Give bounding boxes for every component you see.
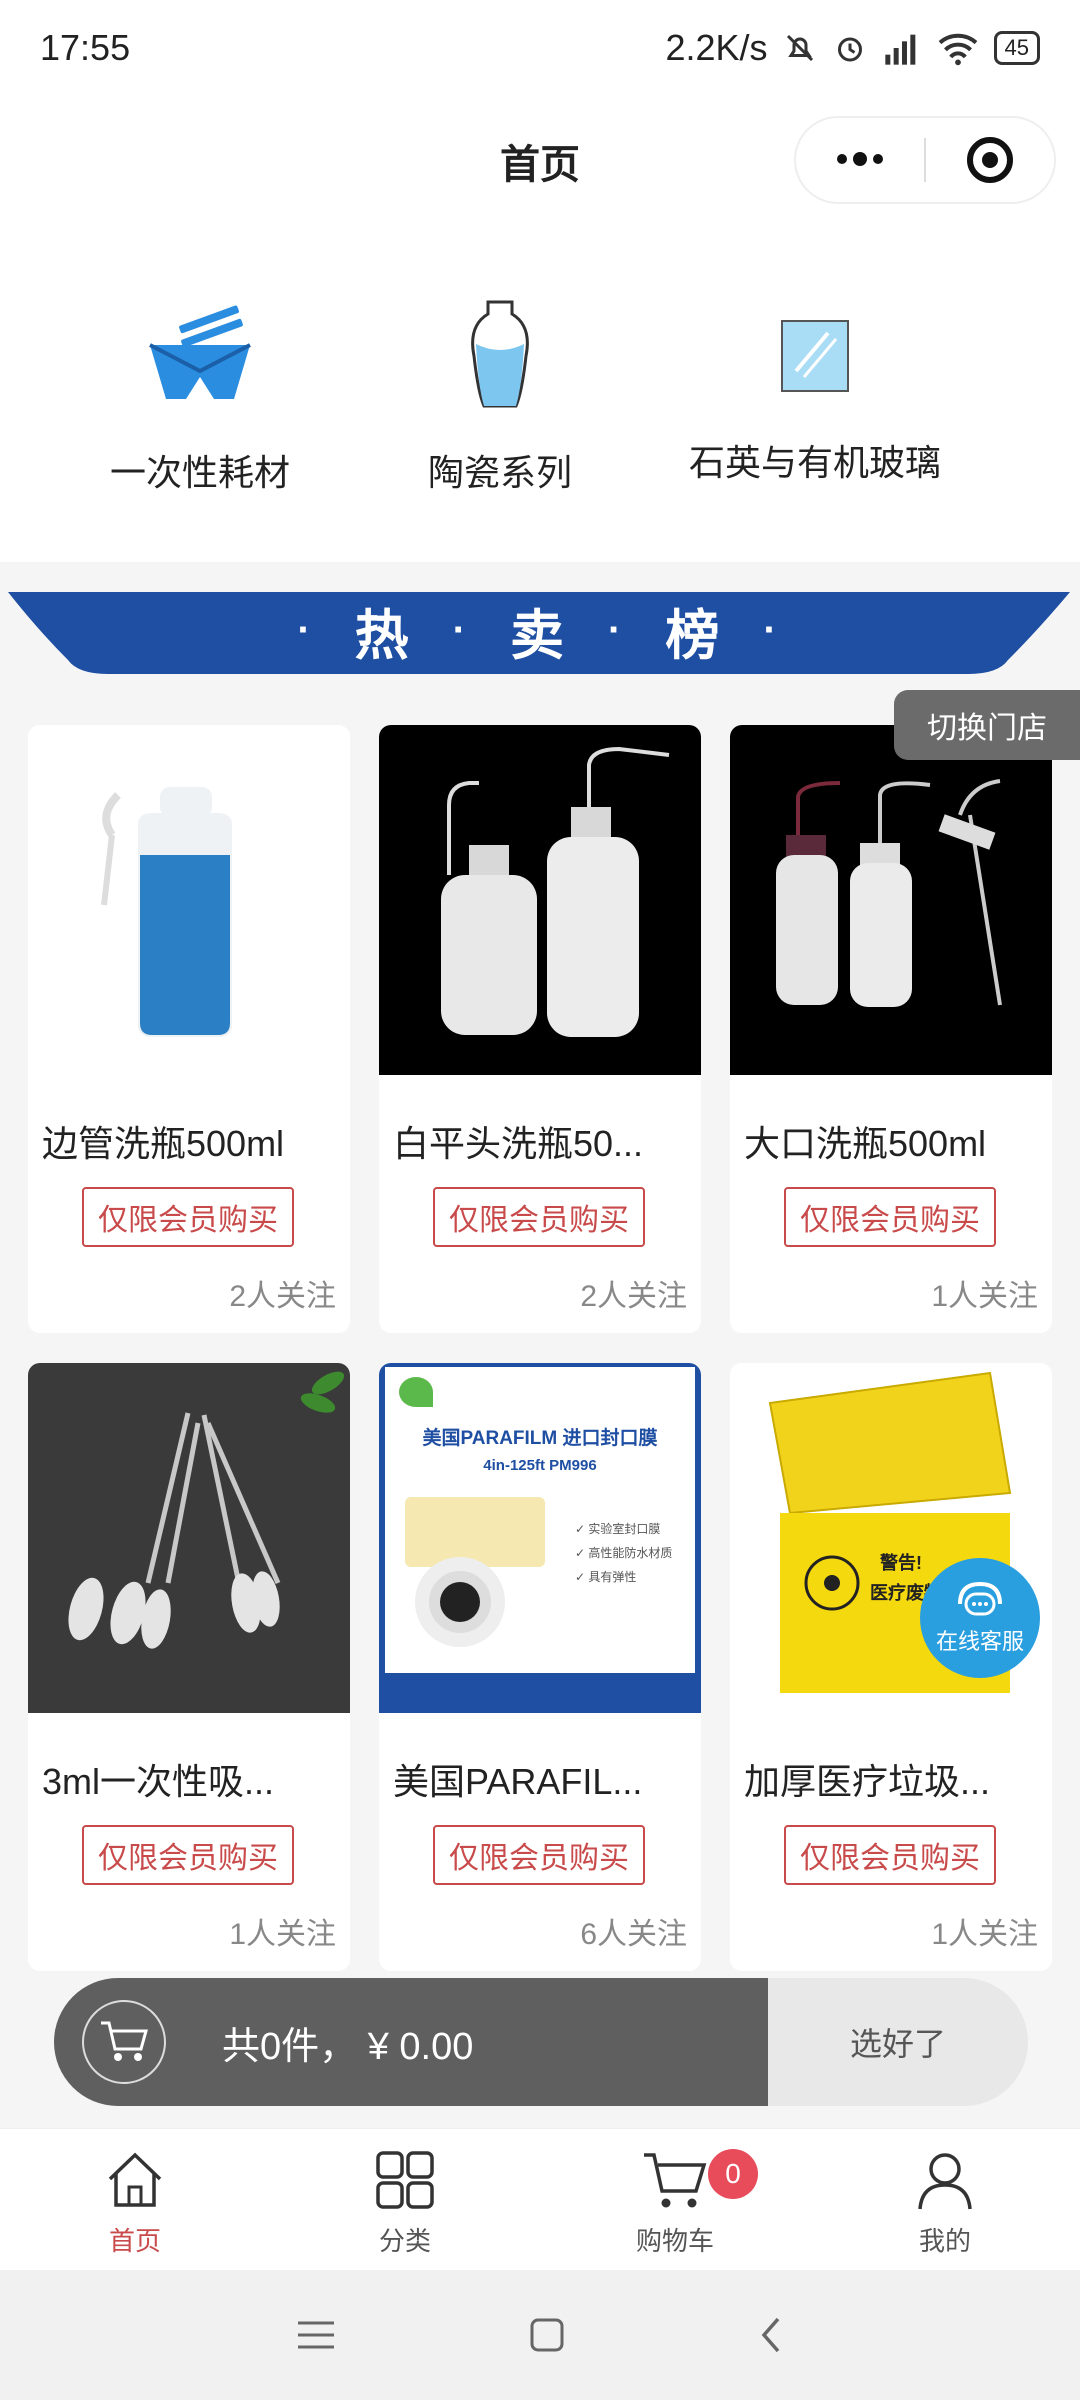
banner-word: 卖 bbox=[510, 605, 568, 666]
tab-label: 我的 bbox=[918, 2226, 971, 2256]
product-card[interactable]: 大口洗瓶500ml 仅限会员购买 1人关注 bbox=[730, 725, 1052, 1333]
product-name: 3ml一次性吸... bbox=[42, 1761, 275, 1802]
takeout-box-icon bbox=[50, 286, 350, 426]
banner-word: 热 bbox=[354, 605, 413, 666]
product-card[interactable]: 边管洗瓶500ml 仅限会员购买 2人关注 bbox=[28, 725, 350, 1333]
product-name: 边管洗瓶500ml bbox=[42, 1123, 285, 1164]
network-speed: 2.2K/s bbox=[665, 27, 768, 68]
product-name: 美国PARAFIL... bbox=[393, 1761, 643, 1802]
confirm-selection-button[interactable]: 选好了 bbox=[768, 1978, 1028, 2106]
tab-category[interactable]: 分类 bbox=[270, 2129, 540, 2270]
switch-store-button[interactable]: 切换门店 bbox=[894, 690, 1080, 760]
product-name: 大口洗瓶500ml bbox=[744, 1123, 987, 1164]
close-miniprogram-button[interactable] bbox=[926, 118, 1054, 202]
grid-icon bbox=[376, 2151, 434, 2209]
product-image bbox=[28, 725, 350, 1075]
members-only-tag: 仅限会员购买 bbox=[433, 1825, 645, 1885]
tab-home[interactable]: 首页 bbox=[0, 2129, 270, 2270]
user-icon bbox=[918, 2153, 972, 2210]
product-image bbox=[730, 725, 1052, 1075]
biohazard-warning: 警告! bbox=[880, 1553, 922, 1573]
follow-count: 2人关注 bbox=[229, 1280, 336, 1313]
more-dots-icon bbox=[837, 152, 883, 166]
members-only-tag: 仅限会员购买 bbox=[82, 1187, 294, 1247]
product-name: 加厚医疗垃圾... bbox=[744, 1761, 991, 1802]
product-card[interactable]: 白平头洗瓶50... 仅限会员购买 2人关注 bbox=[379, 725, 701, 1333]
follow-count: 2人关注 bbox=[580, 1280, 687, 1313]
category-section: 一次性耗材 陶瓷系列 石英与有机玻璃 bbox=[0, 226, 1080, 562]
category-label: 陶瓷系列 bbox=[427, 452, 572, 493]
product-card[interactable]: 美国PARAFILM 进口封口膜 4in-125ft PM996 ✓ 实验室封口… bbox=[379, 1363, 701, 1971]
biohazard-icon bbox=[804, 1555, 860, 1611]
battery-icon: 45 bbox=[993, 31, 1040, 65]
cart-bar: 共0件， ¥ 0.00 选好了 bbox=[54, 1978, 1028, 2106]
parafilm-box bbox=[405, 1497, 545, 1567]
members-only-tag: 仅限会员购买 bbox=[784, 1187, 996, 1247]
category-label: 石英与有机玻璃 bbox=[688, 442, 941, 483]
banner-word: 榜 bbox=[665, 605, 724, 666]
headset-chat-icon bbox=[958, 1581, 1002, 1616]
more-button[interactable] bbox=[796, 118, 924, 202]
status-time: 17:55 bbox=[40, 27, 131, 68]
product-image: 美国PARAFILM 进口封口膜 4in-125ft PM996 ✓ 实验室封口… bbox=[379, 1363, 701, 1713]
cart-total: 共0件， ¥ 0.00 bbox=[222, 2025, 474, 2068]
follow-count: 1人关注 bbox=[931, 1918, 1038, 1951]
cart-icon bbox=[101, 2021, 148, 2061]
product-name: 白平头洗瓶50... bbox=[393, 1123, 644, 1164]
menu-icon[interactable] bbox=[294, 2315, 338, 2355]
brand-logo bbox=[399, 1377, 433, 1407]
members-only-tag: 仅限会员购买 bbox=[433, 1187, 645, 1247]
mini-program-header: 首页 bbox=[0, 96, 1080, 226]
product-image bbox=[379, 725, 701, 1075]
cart-button[interactable] bbox=[82, 2000, 166, 2084]
product-card[interactable]: 3ml一次性吸... 仅限会员购买 1人关注 bbox=[28, 1363, 350, 1971]
parafilm-features: ✓ 实验室封口膜 ✓ 高性能防水材质 ✓ 具有弹性 bbox=[575, 1522, 673, 1584]
back-icon[interactable] bbox=[756, 2315, 786, 2355]
follow-count: 1人关注 bbox=[931, 1280, 1038, 1313]
signal-icon bbox=[884, 34, 915, 65]
target-icon bbox=[967, 137, 1013, 183]
tab-label: 分类 bbox=[378, 2226, 431, 2256]
category-ceramics[interactable]: 陶瓷系列 bbox=[350, 286, 650, 496]
system-navigation-bar bbox=[0, 2270, 1080, 2400]
members-only-tag: 仅限会员购买 bbox=[784, 1825, 996, 1885]
mute-bell-icon bbox=[786, 34, 813, 62]
follow-count: 1人关注 bbox=[229, 1918, 336, 1951]
parafilm-roll bbox=[415, 1557, 505, 1647]
tab-label: 首页 bbox=[108, 2226, 161, 2256]
shopping-cart-icon bbox=[644, 2153, 707, 2208]
parafilm-spec: 4in-125ft PM996 bbox=[483, 1457, 597, 1474]
wifi-icon bbox=[938, 33, 977, 66]
glass-sheet-icon bbox=[665, 286, 965, 426]
members-only-tag: 仅限会员购买 bbox=[82, 1825, 294, 1885]
status-bar: 17:55 2.2K/s 45 bbox=[0, 0, 1080, 96]
tab-mine[interactable]: 我的 bbox=[810, 2129, 1080, 2270]
home-square-icon[interactable] bbox=[527, 2315, 567, 2355]
follow-count: 6人关注 bbox=[580, 1918, 687, 1951]
status-icons: 2.2K/s 45 bbox=[665, 27, 1040, 69]
hot-sale-banner: · 热 · 卖 · 榜 · bbox=[8, 590, 1070, 682]
category-quartz-acrylic[interactable]: 石英与有机玻璃 bbox=[665, 286, 965, 486]
online-service-button[interactable]: 在线客服 bbox=[920, 1558, 1040, 1678]
cart-count-badge: 0 bbox=[708, 2149, 758, 2199]
online-service-label: 在线客服 bbox=[935, 1629, 1024, 1654]
product-image bbox=[28, 1363, 350, 1713]
home-icon bbox=[108, 2152, 162, 2207]
vase-icon bbox=[350, 286, 650, 426]
bottom-tab-bar: 首页 分类 购物车 0 我的 bbox=[0, 2128, 1080, 2270]
parafilm-title: 美国PARAFILM 进口封口膜 bbox=[422, 1428, 658, 1449]
tab-label: 购物车 bbox=[635, 2226, 714, 2256]
tab-cart[interactable]: 购物车 0 bbox=[540, 2129, 810, 2270]
banner-text: · 热 · 卖 · 榜 · bbox=[8, 590, 1070, 670]
cart-summary[interactable]: 共0件， ¥ 0.00 bbox=[54, 1978, 768, 2106]
capsule-menu bbox=[794, 116, 1056, 204]
category-disposables[interactable]: 一次性耗材 bbox=[50, 286, 350, 496]
alarm-icon bbox=[837, 37, 862, 62]
category-label: 一次性耗材 bbox=[109, 452, 290, 493]
